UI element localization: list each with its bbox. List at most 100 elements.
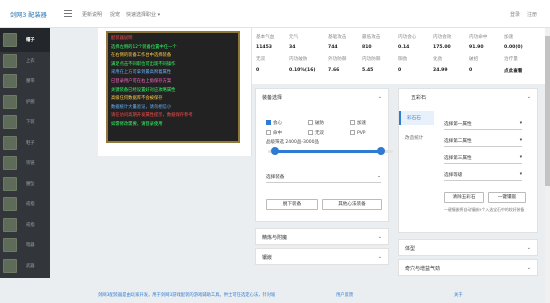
- stat-value: 24.99: [433, 68, 448, 73]
- scrollbar-thumb[interactable]: [545, 36, 550, 186]
- slot-pants[interactable]: 下装: [3, 112, 49, 132]
- bracer-icon: [3, 94, 17, 109]
- weapon-icon: [3, 258, 17, 273]
- nav-update-log[interactable]: 更新说明: [82, 11, 102, 18]
- stat-header: 内功会效: [433, 35, 452, 40]
- checkbox-pen[interactable]: 破防: [308, 120, 324, 126]
- slot-label: 上衣: [26, 58, 35, 64]
- stat-value: 5.45: [362, 68, 374, 73]
- slot-bracer[interactable]: 护腕: [3, 92, 49, 112]
- slot-ring-1[interactable]: 戒指: [3, 194, 49, 214]
- login-link[interactable]: 登录: [510, 11, 520, 18]
- slot-ring-2[interactable]: 戒指: [3, 215, 49, 235]
- stat-value: 810: [362, 45, 372, 50]
- caret-down-icon: ▾: [519, 138, 522, 143]
- clear-stone-button[interactable]: 清除五彩石: [444, 192, 484, 203]
- nav-choose-class[interactable]: 快速选择职业 ▾: [126, 11, 160, 18]
- stat-header: 基础攻击: [328, 35, 347, 40]
- ring-icon: [3, 217, 17, 232]
- stone-level-select[interactable]: 选择等级 ▾: [444, 172, 522, 181]
- chevron-down-icon: ⌄: [377, 234, 382, 240]
- stone-note: 一键镶嵌将自动镶嵌5个入选宝石中的较好装备: [444, 207, 525, 212]
- slot-label: 戒指: [26, 222, 35, 228]
- stat-header: 化劲: [433, 57, 443, 62]
- chevron-down-icon: ⌄: [377, 254, 382, 260]
- checkbox-strain[interactable]: 无双: [308, 130, 324, 136]
- stats-header-row: 基本气血 元气 基础攻击 最低攻击 内功会心 内功会效 内功命中 加速: [252, 32, 545, 43]
- colored-stone-title: 五彩石: [411, 95, 427, 101]
- menu-icon[interactable]: [64, 10, 72, 17]
- slot-necklace[interactable]: 项链: [3, 153, 49, 173]
- inlay-card[interactable]: 镶嵌 ⌄: [255, 248, 389, 265]
- stat-value: 0: [256, 68, 260, 73]
- stat-value: 0.10%(16): [289, 68, 316, 73]
- nav-pets[interactable]: 捉宠: [110, 11, 120, 18]
- slot-pendant[interactable]: 腰坠: [3, 174, 49, 194]
- caret-down-icon: ▾: [519, 121, 522, 126]
- slot-label: 项链: [26, 161, 35, 166]
- unequip-button[interactable]: 脱下装备: [266, 199, 318, 210]
- checkbox-icon: [308, 130, 313, 135]
- stat-header: 加速: [504, 35, 514, 40]
- checkbox-pvp[interactable]: PVP: [350, 130, 366, 136]
- stone-attr-2-select[interactable]: 选择第二属性 ▾: [444, 138, 522, 147]
- one-click-inlay-button[interactable]: 一键镶嵌: [488, 192, 526, 203]
- notice-line: 满足点击不同职位可出现不同操作: [111, 61, 176, 67]
- slot-coat[interactable]: 上衣: [3, 51, 49, 71]
- register-link[interactable]: 注册: [527, 11, 537, 18]
- slot-label: 武器: [26, 263, 35, 269]
- other-school-gear-button[interactable]: 其他心法装备: [322, 199, 382, 210]
- stone-attr-3-select[interactable]: 选择第三属性 ▾: [444, 155, 522, 164]
- slot-weapon[interactable]: 武器: [3, 256, 49, 276]
- slot-belt[interactable]: 腰带: [3, 71, 49, 91]
- stat-header: 无双: [256, 57, 266, 62]
- stats-value-row: 0 0.10%(16) 7.66 5.45 0 24.99 0 点此查看: [252, 66, 545, 77]
- chevron-down-icon: ⌄: [526, 265, 531, 271]
- stat-value: 11453: [256, 45, 272, 50]
- stone-attr-1-select[interactable]: 选择第一属性 ▾: [444, 121, 522, 130]
- stat-header: 内功防御: [362, 57, 381, 62]
- page-scrollbar[interactable]: [545, 28, 550, 303]
- body-type-card[interactable]: 体型 ⌄: [398, 239, 538, 256]
- slot-shoes[interactable]: 鞋子: [3, 133, 49, 153]
- hidden-weapon-icon: [3, 238, 17, 252]
- checkbox-label: 无双: [315, 131, 324, 136]
- checkbox-label: 破防: [315, 121, 324, 126]
- slot-hat[interactable]: 帽子: [3, 30, 49, 50]
- notice-line: 如需修改需要，请登录使用: [111, 121, 163, 127]
- caret-down-icon: ▾: [519, 155, 522, 160]
- select-label: 选择第一属性: [444, 122, 472, 127]
- checkbox-hit[interactable]: 命中: [266, 130, 282, 136]
- tab-stone[interactable]: 彩石石: [399, 111, 434, 125]
- slot-hidden-weapon[interactable]: 暗器: [3, 235, 49, 255]
- range-handle-min[interactable]: [271, 147, 279, 155]
- stat-value: 91.90: [469, 45, 484, 50]
- about-link[interactable]: 关于: [454, 292, 463, 298]
- chevron-down-icon[interactable]: ⌄: [378, 94, 382, 100]
- slot-label: 腰坠: [26, 181, 35, 187]
- qixue-card[interactable]: 奇穴与增益气劲 ⌄: [398, 259, 538, 276]
- stats-detail-link[interactable]: 点此查看: [504, 68, 522, 74]
- equip-select-dropdown[interactable]: 选择装备 ⌄: [266, 174, 381, 183]
- chevron-down-icon: ⌄: [526, 245, 531, 251]
- notice-line: 在右侧的装备工作台中选择装备: [111, 53, 172, 59]
- stat-value: 7.66: [328, 68, 340, 73]
- checkbox-icon: [350, 130, 355, 135]
- feedback-link[interactable]: 用户反馈: [336, 292, 353, 298]
- stat-header: 元气: [289, 35, 299, 40]
- tab-stats[interactable]: 改造统计: [399, 131, 434, 145]
- checkbox-haste[interactable]: 加速: [350, 120, 366, 126]
- stats-header-row: 无双 内功破防 外功防御 内功防御 御劲 化劲 破招 治疗量: [252, 54, 545, 65]
- range-handle-max[interactable]: [377, 147, 385, 155]
- enchant-card[interactable]: 精炼与附魔 ⌄: [255, 228, 389, 245]
- notice-line: 关键装备已经设置好对应攻略属性: [111, 87, 176, 93]
- checkbox-crit[interactable]: 会心: [266, 120, 282, 126]
- stat-value: 0.00(0): [504, 45, 523, 50]
- notice-line: 配装器说明: [111, 36, 133, 41]
- notice-line: 数据统计大量验证，请勿相信小: [111, 104, 172, 110]
- stat-header: 内功破防: [289, 57, 308, 62]
- chevron-down-icon: ⌄: [377, 174, 381, 179]
- chevron-down-icon[interactable]: ⌄: [527, 94, 531, 100]
- notice-line: 选择左侧的12个装备位置中任一个: [111, 44, 177, 50]
- app-logo[interactable]: 剑网3 配装器: [10, 10, 47, 19]
